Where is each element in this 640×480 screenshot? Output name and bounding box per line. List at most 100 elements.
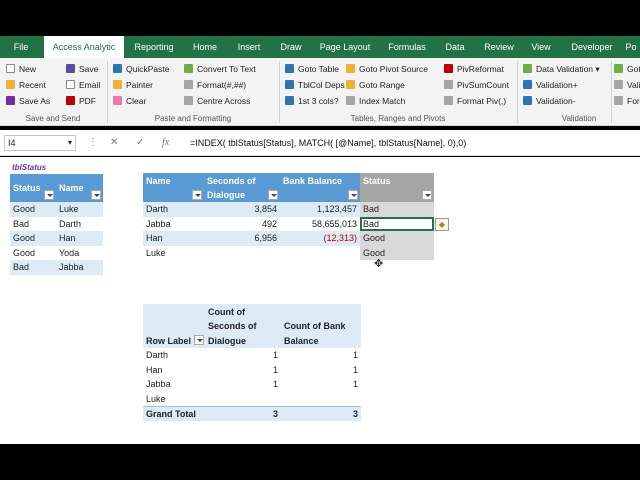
filter-dropdown-icon[interactable]: [348, 190, 358, 200]
goto-range-button[interactable]: Goto Range: [346, 78, 405, 92]
error-check-smart-tag-icon[interactable]: ◆: [435, 218, 449, 231]
cell[interactable]: Han: [143, 363, 205, 378]
save-as-button[interactable]: Save As: [6, 94, 50, 108]
cell[interactable]: Bad: [10, 260, 56, 275]
cell[interactable]: Han: [56, 231, 103, 246]
cell[interactable]: 3,854: [204, 202, 280, 217]
cell[interactable]: Darth: [56, 217, 103, 232]
tab-review[interactable]: Review: [478, 36, 520, 58]
cell[interactable]: 1: [205, 348, 281, 363]
name-header[interactable]: Name: [56, 174, 103, 202]
cell[interactable]: 58,655,013: [280, 217, 360, 232]
filter-dropdown-icon[interactable]: [268, 190, 278, 200]
painter-button[interactable]: Painter: [113, 78, 153, 92]
insert-function-icon[interactable]: fx: [162, 135, 169, 151]
enter-icon[interactable]: ✓: [136, 135, 144, 151]
filter-dropdown-icon[interactable]: [192, 190, 202, 200]
save-button[interactable]: Save: [66, 62, 98, 76]
cell[interactable]: Good: [10, 231, 56, 246]
form-button-partial[interactable]: Form: [614, 94, 640, 108]
cell[interactable]: 1: [281, 377, 361, 392]
clear-button[interactable]: Clear: [113, 94, 146, 108]
cell[interactable]: [280, 246, 360, 261]
cell[interactable]: Bad: [360, 202, 434, 217]
cell[interactable]: Jabba: [143, 377, 205, 392]
cell[interactable]: Luke: [143, 392, 205, 407]
goto-button-partial[interactable]: Goto: [614, 62, 640, 76]
cell[interactable]: 6,956: [204, 231, 280, 246]
cell[interactable]: Good: [360, 231, 434, 246]
validation-plus-button[interactable]: Validation+: [523, 78, 578, 92]
index-match-button[interactable]: Index Match: [346, 94, 405, 108]
cell[interactable]: [281, 392, 361, 407]
goto-table-button[interactable]: Goto Table: [285, 62, 339, 76]
tab-power[interactable]: Po: [622, 36, 640, 58]
tab-draw[interactable]: Draw: [274, 36, 308, 58]
row-label-header[interactable]: Row Label: [143, 304, 205, 348]
tab-view[interactable]: View: [526, 36, 556, 58]
quickpaste-button[interactable]: QuickPaste: [113, 62, 169, 76]
formula-input[interactable]: =INDEX( tblStatus[Status], MATCH( [@Name…: [190, 135, 466, 151]
goto-pivot-source-button[interactable]: Goto Pivot Source: [346, 62, 428, 76]
cell[interactable]: Good: [10, 202, 56, 217]
email-button[interactable]: Email: [66, 78, 100, 92]
cell[interactable]: 1: [205, 377, 281, 392]
cell[interactable]: 3: [281, 405, 361, 421]
cell[interactable]: Grand Total: [143, 405, 205, 421]
active-cell[interactable]: Bad: [360, 216, 434, 231]
cell[interactable]: Bad: [10, 217, 56, 232]
tab-page-layout[interactable]: Page Layout: [314, 36, 376, 58]
recent-button[interactable]: Recent: [6, 78, 46, 92]
centre-across-button[interactable]: Centre Across: [184, 94, 250, 108]
name-header[interactable]: Name: [143, 173, 204, 202]
cell[interactable]: Han: [143, 231, 204, 246]
bank-balance-header[interactable]: Bank Balance: [280, 173, 360, 202]
cancel-icon[interactable]: ✕: [110, 135, 118, 151]
convert-to-text-button[interactable]: Convert To Text: [184, 62, 256, 76]
cell[interactable]: Luke: [56, 202, 103, 217]
cell[interactable]: 1: [281, 348, 361, 363]
filter-dropdown-icon[interactable]: [91, 190, 101, 200]
tab-data[interactable]: Data: [438, 36, 472, 58]
pivreformat-button[interactable]: PivReformat: [444, 62, 504, 76]
cell[interactable]: Darth: [143, 348, 205, 363]
cell[interactable]: Jabba: [56, 260, 103, 275]
tab-insert[interactable]: Insert: [230, 36, 268, 58]
new-button[interactable]: New: [6, 62, 36, 76]
cell[interactable]: Yoda: [56, 246, 103, 261]
worksheet-grid[interactable]: tblStatus Status Name Good Luke Bad Darth …: [0, 157, 640, 444]
cell[interactable]: Good: [360, 245, 434, 260]
data-validation-button[interactable]: Data Validation ▾: [523, 62, 600, 76]
filter-dropdown-icon[interactable]: [44, 190, 54, 200]
tab-reporting[interactable]: Reporting: [128, 36, 180, 58]
tab-formulas[interactable]: Formulas: [382, 36, 432, 58]
pivsumcount-button[interactable]: PivSumCount: [444, 78, 509, 92]
cell[interactable]: 492: [204, 217, 280, 232]
name-box[interactable]: I4 ▾: [4, 135, 76, 151]
tab-home[interactable]: Home: [186, 36, 224, 58]
cell[interactable]: Luke: [143, 246, 204, 261]
tab-file[interactable]: File: [6, 36, 36, 58]
cell[interactable]: Darth: [143, 202, 204, 217]
filter-dropdown-icon[interactable]: [194, 335, 204, 345]
cell[interactable]: Good: [10, 246, 56, 261]
status-header[interactable]: Status: [360, 173, 434, 202]
seconds-of-dialogue-header[interactable]: Seconds of Dialogue: [204, 173, 280, 202]
pdf-button[interactable]: PDF: [66, 94, 96, 108]
tab-developer[interactable]: Developer: [564, 36, 620, 58]
valid-button-partial[interactable]: Valid: [614, 78, 640, 92]
format-number-button[interactable]: Format(#,##): [184, 78, 246, 92]
first-cols-button[interactable]: 1st 3 cols?: [285, 94, 339, 108]
cell[interactable]: [204, 246, 280, 261]
filter-dropdown-icon[interactable]: [422, 190, 432, 200]
tblcol-deps-button[interactable]: TblCol Deps: [285, 78, 345, 92]
cell[interactable]: (12,313): [280, 231, 360, 246]
cell[interactable]: 3: [205, 405, 281, 421]
tab-access-analytic[interactable]: Access Analytic: [44, 36, 124, 58]
cell[interactable]: Jabba: [143, 217, 204, 232]
validation-minus-button[interactable]: Validation-: [523, 94, 576, 108]
cell[interactable]: 1: [281, 363, 361, 378]
status-header[interactable]: Status: [10, 174, 56, 202]
format-piv-button[interactable]: Format Piv(,): [444, 94, 506, 108]
cell[interactable]: [205, 392, 281, 407]
